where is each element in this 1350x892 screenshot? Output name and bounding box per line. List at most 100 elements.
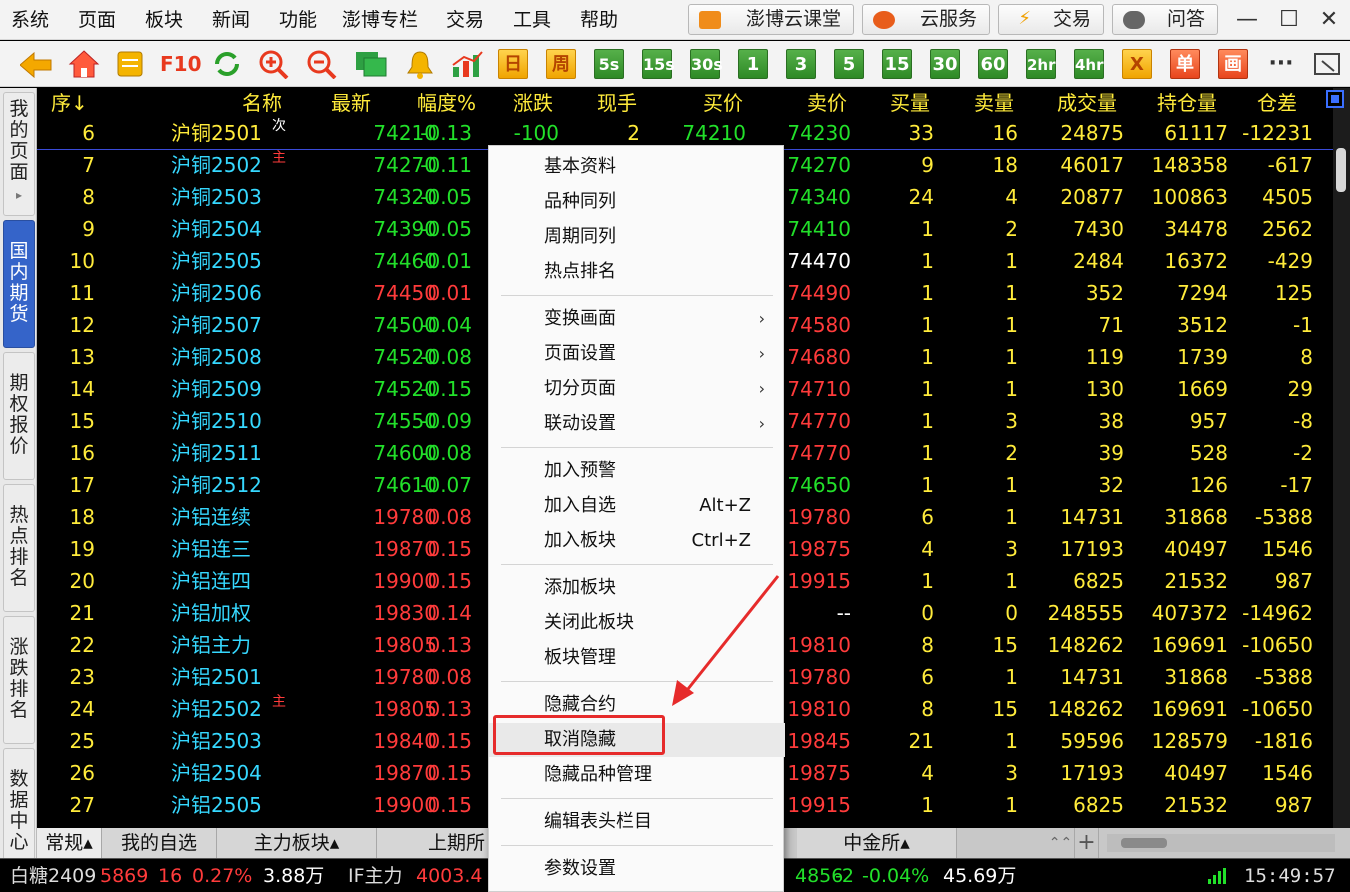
header-chg[interactable]: 涨跌 [513,88,553,118]
window-icon[interactable] [354,50,388,78]
period-week[interactable]: 周 [546,49,576,79]
chevron-right-icon: › [758,414,765,433]
menu-item[interactable]: 关闭此板块 [489,606,785,640]
menu-item[interactable]: 参数设置 [489,852,785,886]
back-arrow-icon[interactable] [20,52,52,78]
cell-oichg: 987 [1274,793,1313,817]
header-pct[interactable]: 幅度% [417,88,476,118]
period-2hr[interactable]: 2hr [1026,49,1056,79]
horizontal-scrollbar[interactable] [1107,834,1335,852]
minimize-icon[interactable]: — [1232,5,1262,35]
period-30m[interactable]: 30 [930,49,960,79]
period-4hr[interactable]: 4hr [1074,49,1104,79]
menu-item[interactable]: 编辑表头栏目 [489,805,785,839]
qa-button[interactable]: 问答 [1112,4,1218,35]
btab-watchlist[interactable]: 我的自选 [102,828,217,858]
menu-item[interactable]: 板块管理 [489,641,785,675]
menu-item[interactable]: 加入预警 [489,454,785,488]
header-bid[interactable]: 买价 [703,88,743,118]
corner-square-icon[interactable] [1326,90,1344,108]
header-seq[interactable]: 序↓ [51,88,88,118]
sidetab-options[interactable]: 期权报价 [3,352,35,480]
trade-button[interactable]: ⚡ 交易 [998,4,1104,35]
header-oichg[interactable]: 仓差 [1257,88,1297,118]
menu-page[interactable]: 页面 [78,0,116,40]
more-icon[interactable]: ··· [1266,49,1296,79]
period-15s[interactable]: 15s [642,49,675,79]
cell-seq: 17 [69,473,95,497]
period-5s[interactable]: 5s [594,49,624,79]
notes-icon[interactable] [116,50,144,78]
period-x[interactable]: X [1122,49,1152,79]
menu-tools[interactable]: 工具 [513,0,551,40]
btab-cffex[interactable]: 中金所▴ [797,828,957,858]
f10-icon[interactable]: F10 [160,49,202,79]
header-ask[interactable]: 卖价 [807,88,847,118]
menu-system[interactable]: 系统 [11,0,49,40]
btab-normal[interactable]: 常规▴ [37,828,102,858]
menu-item[interactable]: 加入自选 Alt+Z [489,489,785,523]
add-tab-icon[interactable]: + [1075,828,1099,858]
menu-item[interactable]: 基本资料 [489,150,785,184]
sidetab-domestic-futures[interactable]: 国内期货 [3,220,35,348]
period-15m[interactable]: 15 [882,49,912,79]
vertical-scrollbar[interactable] [1333,88,1350,828]
menu-trade[interactable]: 交易 [446,0,484,40]
sidetab-data-center[interactable]: 数据中心 [3,748,35,860]
zoom-out-icon[interactable] [306,49,338,79]
header-name[interactable]: 名称 [242,88,282,118]
period-1m[interactable]: 1 [738,49,768,79]
menu-column[interactable]: 澎博专栏 [342,0,418,40]
period-3m[interactable]: 3 [786,49,816,79]
header-oi[interactable]: 持仓量 [1157,88,1217,118]
header-last[interactable]: 最新 [331,88,371,118]
bell-icon[interactable] [404,49,436,79]
menu-item[interactable]: 热点排名 [489,255,785,289]
refresh-icon[interactable] [212,50,242,78]
menu-item[interactable]: 变换画面 › [489,302,785,336]
period-day[interactable]: 日 [498,49,528,79]
classroom-icon [699,11,721,29]
menu-item[interactable]: 周期同列 [489,220,785,254]
menu-item[interactable]: 添加板块 [489,571,785,605]
menu-item-label: 变换画面 [544,308,616,329]
zoom-in-icon[interactable] [258,49,290,79]
cell-bq: 1 [921,409,934,433]
maximize-icon[interactable]: ☐ [1274,5,1304,35]
header-vol[interactable]: 现手 [597,88,637,118]
menu-help[interactable]: 帮助 [580,0,618,40]
menu-item[interactable]: 加入板块 Ctrl+Z [489,524,785,558]
draw-button[interactable]: 画 [1218,49,1248,79]
sidetab-change-rank[interactable]: 涨跌排名 [3,616,35,744]
period-5m[interactable]: 5 [834,49,864,79]
menu-item[interactable]: 页面设置 › [489,337,785,371]
menu-sector[interactable]: 板块 [145,0,183,40]
ticker2-name[interactable]: IF主力 [348,859,403,892]
home-icon[interactable] [68,49,100,79]
chart-icon[interactable] [450,49,484,79]
menu-item[interactable]: 切分页面 › [489,372,785,406]
header-aq[interactable]: 卖量 [974,88,1014,118]
btab-main-sectors[interactable]: 主力板块▴ [217,828,377,858]
cell-aq: 1 [1005,249,1018,273]
cloud-class-button[interactable]: 澎博云课堂 [688,4,854,35]
scrollbar-thumb[interactable] [1336,148,1346,192]
close-icon[interactable]: ✕ [1314,5,1344,35]
period-30s[interactable]: 30s [690,49,723,79]
sidetab-hot-rank[interactable]: 热点排名 [3,484,35,612]
menu-item[interactable]: 联动设置 › [489,407,785,441]
sidetab-my-page[interactable]: 我的页面 ▸ [3,92,35,216]
ticker1-name[interactable]: 白糖2409 [10,859,96,892]
menu-item[interactable]: 隐藏品种管理 [489,758,785,792]
menu-function[interactable]: 功能 [279,0,317,40]
fullscreen-icon[interactable] [1312,51,1342,77]
order-button[interactable]: 单 [1170,49,1200,79]
header-turnover[interactable]: 成交量 [1057,88,1117,118]
cloud-service-button[interactable]: 云服务 [862,4,990,35]
header-bq[interactable]: 买量 [890,88,930,118]
period-60m[interactable]: 60 [978,49,1008,79]
menu-news[interactable]: 新闻 [212,0,250,40]
scroll-tabs-icon[interactable]: ⌃⌃ [1047,828,1075,858]
menu-item[interactable]: 品种同列 [489,185,785,219]
hscroll-thumb[interactable] [1121,838,1167,848]
